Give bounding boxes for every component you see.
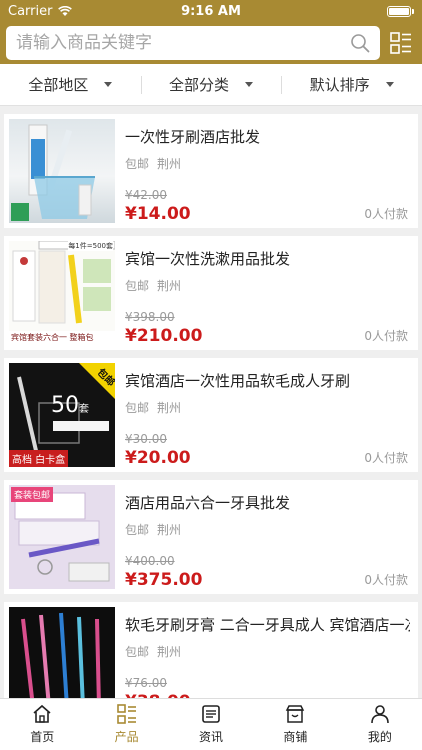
search-box [6, 26, 380, 60]
shop-icon [286, 705, 305, 723]
thumb-count-number: 50 [51, 393, 79, 418]
thumb-count-unit: 套 [79, 404, 89, 415]
filter-category[interactable]: 全部分类 [140, 64, 282, 105]
sold-count: 0人付款 [364, 573, 408, 587]
location: 荆州 [157, 645, 182, 659]
sold-count: 0人付款 [364, 451, 408, 465]
product-meta: 包邮 荆州 [125, 643, 410, 660]
product-title: 一次性牙刷酒店批发 [125, 128, 261, 146]
product-info: 一次性牙刷酒店批发 包邮 荆州 ¥42.00 ¥14.00 0人付款 [115, 114, 418, 228]
location: 荆州 [157, 523, 182, 537]
original-price: ¥76.00 [125, 676, 167, 690]
original-price: ¥42.00 [125, 188, 167, 202]
shipping-tag: 包邮 [125, 401, 150, 415]
product-image [9, 607, 115, 711]
news-icon [202, 705, 220, 723]
category-menu-button[interactable] [388, 30, 414, 56]
search-icon[interactable] [350, 33, 370, 53]
filter-region[interactable]: 全部地区 [0, 64, 141, 105]
product-image: 每1件=500套 宾馆套装六合一 整箱包 [9, 241, 115, 345]
tab-mine-label: 我的 [367, 730, 392, 744]
sold-count: 0人付款 [364, 329, 408, 343]
caret-down-icon [104, 82, 113, 87]
thumb-count: 50套 [51, 393, 89, 418]
bottom-tab-bar: 首页 产品 资讯 商铺 我的 [0, 698, 422, 750]
shipping-tag: 包邮 [125, 645, 150, 659]
filter-sort[interactable]: 默认排序 [281, 64, 422, 105]
products-icon [116, 704, 136, 724]
product-card[interactable]: 每1件=500套 宾馆套装六合一 整箱包 宾馆一次性洗漱用品批发 包邮 荆州 ¥… [4, 236, 418, 350]
product-list: 一次性牙刷酒店批发 包邮 荆州 ¥42.00 ¥14.00 0人付款 每1件=5… [0, 106, 422, 716]
product-image [9, 119, 115, 223]
filter-category-label: 全部分类 [169, 76, 230, 94]
tab-home[interactable]: 首页 [0, 699, 84, 750]
home-icon [33, 704, 51, 723]
thumb-bottom-text: 宾馆套装六合一 整箱包 [11, 333, 94, 342]
caret-down-icon [245, 82, 254, 87]
tab-mine[interactable]: 我的 [338, 699, 422, 750]
location: 荆州 [157, 157, 182, 171]
status-time: 9:16 AM [181, 3, 241, 19]
product-info: 酒店用品六合一牙具批发 包邮 荆州 ¥400.00 ¥375.00 0人付款 [115, 480, 418, 594]
tab-products[interactable]: 产品 [84, 699, 168, 750]
product-image: 包邮 50套 高档 白卡盒 [9, 363, 115, 467]
shipping-tag: 包邮 [125, 523, 150, 537]
product-title: 酒店用品六合一牙具批发 [125, 494, 291, 512]
thumb-top-text: 每1件=500套 [68, 241, 113, 251]
product-card[interactable]: 套装包邮 酒店用品六合一牙具批发 包邮 荆州 ¥400.00 ¥375.00 0… [4, 480, 418, 594]
amenity-kit-illustration [9, 241, 115, 345]
product-info: 宾馆酒店一次性用品软毛成人牙刷 包邮 荆州 ¥30.00 ¥20.00 0人付款 [115, 358, 418, 472]
sold-count: 0人付款 [364, 207, 408, 221]
grid-list-icon [390, 32, 411, 54]
filter-bar: 全部地区 全部分类 默认排序 [0, 64, 422, 106]
search-input[interactable] [16, 33, 350, 53]
app-header: Carrier 9:16 AM [0, 0, 422, 64]
tab-news-label: 资讯 [199, 730, 224, 744]
original-price: ¥398.00 [125, 310, 175, 324]
status-bar: Carrier 9:16 AM [0, 0, 422, 22]
original-price: ¥400.00 [125, 554, 175, 568]
product-title: 软毛牙刷牙膏 二合一牙具成人 宾馆酒店一次性 [125, 616, 410, 634]
tab-shop-label: 商铺 [283, 730, 308, 744]
tab-shop[interactable]: 商铺 [253, 699, 337, 750]
thumb-badge: 套装包邮 [11, 487, 54, 502]
original-price: ¥30.00 [125, 432, 167, 446]
shipping-tag: 包邮 [125, 157, 150, 171]
search-row [0, 22, 422, 60]
caret-down-icon [385, 82, 394, 87]
tab-news[interactable]: 资讯 [169, 699, 253, 750]
soft-toothbrush-illustration [9, 607, 115, 711]
product-card[interactable]: 一次性牙刷酒店批发 包邮 荆州 ¥42.00 ¥14.00 0人付款 [4, 114, 418, 228]
product-meta: 包邮 荆州 [125, 399, 410, 416]
product-meta: 包邮 荆州 [125, 155, 410, 172]
location: 荆州 [157, 279, 182, 293]
filter-region-label: 全部地区 [28, 76, 89, 94]
location: 荆州 [157, 401, 182, 415]
toothbrush-cup-illustration [11, 124, 95, 221]
shipping-tag: 包邮 [125, 279, 150, 293]
user-icon [371, 705, 389, 724]
product-meta: 包邮 荆州 [125, 521, 410, 538]
product-image: 套装包邮 [9, 485, 115, 589]
thumb-bottom-text: 高档 白卡盒 [9, 450, 69, 467]
tab-home-label: 首页 [30, 730, 55, 744]
filter-sort-label: 默认排序 [309, 76, 370, 94]
product-info: 宾馆一次性洗漱用品批发 包邮 荆州 ¥398.00 ¥210.00 0人付款 [115, 236, 418, 350]
product-title: 宾馆一次性洗漱用品批发 [125, 250, 291, 268]
product-title: 宾馆酒店一次性用品软毛成人牙刷 [125, 372, 351, 390]
product-meta: 包邮 荆州 [125, 277, 410, 294]
product-card[interactable]: 包邮 50套 高档 白卡盒 宾馆酒店一次性用品软毛成人牙刷 包邮 荆州 ¥30.… [4, 358, 418, 472]
tab-products-label: 产品 [114, 730, 139, 744]
